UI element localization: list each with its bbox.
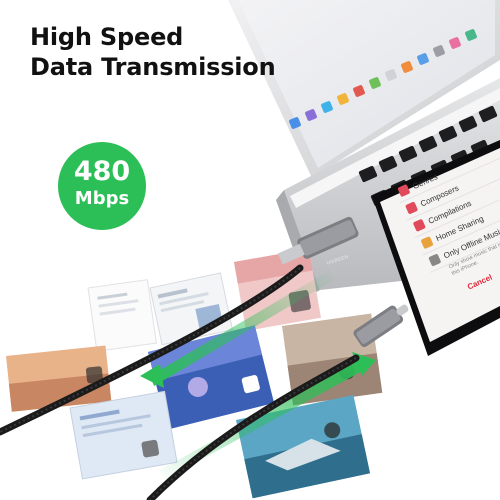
compilations-icon — [412, 218, 426, 232]
headline-line-2: Data Transmission — [30, 53, 276, 81]
home-sharing-icon — [420, 236, 434, 250]
offline-music-icon — [428, 253, 442, 267]
composers-icon — [405, 201, 419, 215]
headline-line-1: High Speed — [30, 23, 184, 51]
speed-value: 480 — [73, 156, 131, 187]
speed-unit: Mbps — [74, 188, 130, 209]
card-paper — [87, 279, 157, 352]
headline: High Speed Data Transmission — [30, 22, 300, 82]
card-mobile-ui — [69, 390, 178, 480]
product-image: UGREEN Genres Composers Compilations Hom… — [0, 0, 500, 500]
speed-badge: 480 Mbps — [58, 142, 146, 230]
genres-icon — [397, 183, 411, 198]
card-shark — [236, 395, 371, 499]
